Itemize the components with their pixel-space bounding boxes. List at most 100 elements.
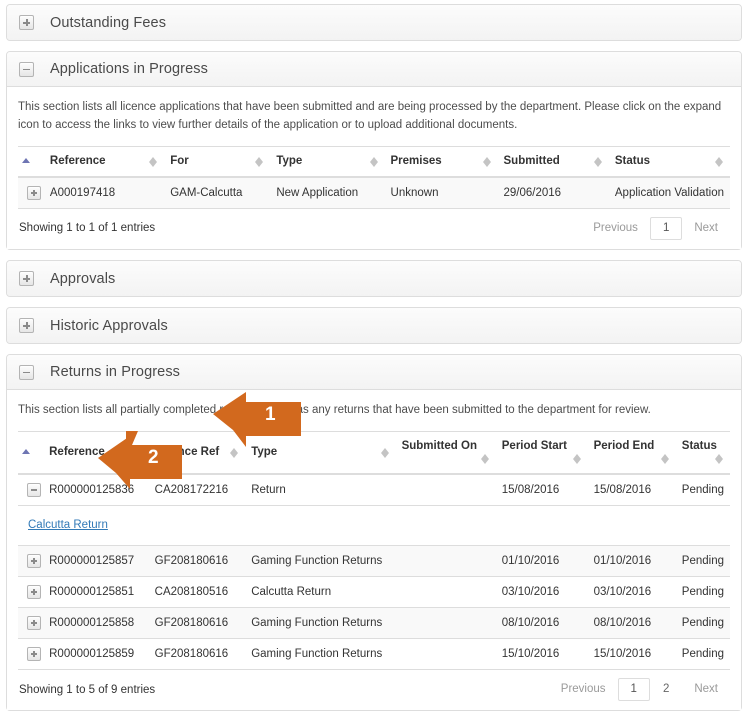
column-header-expand[interactable] (18, 145, 44, 178)
cell-status: Pending (675, 544, 730, 577)
table-row[interactable]: R000000125836 CA208172216 Return 15/08/2… (18, 473, 730, 506)
column-label-status: Status (681, 439, 717, 452)
cell-period-start: 03/10/2016 (495, 575, 588, 608)
dashboard-page: Outstanding Fees Applications in Progres… (0, 0, 748, 711)
cell-status: Pending (675, 473, 730, 506)
table-row[interactable]: R000000125851 CA208180516 Calcutta Retur… (18, 575, 730, 608)
plus-square-icon[interactable] (26, 553, 41, 568)
column-label-licence-ref: Licence Ref (154, 445, 220, 458)
column-header-period-start[interactable]: Period Start (495, 430, 588, 475)
row-detail-cell: Calcutta Return (18, 504, 730, 546)
applications-header-row: Reference For Type Premises Submitted St… (18, 145, 730, 178)
panel-body-returns-in-progress: This section lists all partially complet… (7, 390, 741, 711)
minus-square-icon[interactable] (19, 364, 34, 380)
column-header-licence-ref[interactable]: Licence Ref (148, 430, 246, 475)
row-expand-cell[interactable] (18, 606, 44, 639)
column-header-reference[interactable]: Reference (43, 145, 165, 178)
sort-ascending-icon (22, 157, 31, 165)
cell-reference: R000000125858 (43, 606, 149, 639)
pagination-next[interactable]: Next (682, 678, 730, 702)
row-expand-cell[interactable] (18, 575, 44, 608)
plus-square-icon[interactable] (26, 646, 41, 661)
column-header-premises[interactable]: Premises (384, 145, 498, 178)
cell-period-end: 03/10/2016 (587, 575, 676, 608)
calcutta-return-link[interactable]: Calcutta Return (28, 519, 108, 531)
plus-square-icon[interactable] (26, 584, 41, 599)
minus-square-icon[interactable] (19, 61, 34, 77)
row-expand-cell[interactable] (18, 637, 44, 669)
panel-historic-approvals: Historic Approvals (6, 307, 742, 345)
panel-applications-in-progress: Applications in Progress This section li… (6, 51, 742, 251)
sort-icon (133, 447, 143, 459)
column-header-status[interactable]: Status (608, 145, 730, 178)
pagination-page-2[interactable]: 2 (650, 678, 682, 702)
table-row[interactable]: R000000125858 GF208180616 Gaming Functio… (18, 606, 730, 639)
plus-square-icon[interactable] (26, 185, 41, 200)
pagination-previous[interactable]: Previous (549, 678, 618, 702)
cell-licence-ref: CA208180516 (148, 575, 246, 608)
column-header-reference[interactable]: Reference (43, 430, 149, 475)
table-row[interactable]: A000197418 GAM-Calcutta New Application … (18, 176, 730, 208)
plus-square-icon[interactable] (19, 15, 34, 30)
panel-title-approvals: Approvals (50, 270, 116, 287)
pagination-page-1[interactable]: 1 (649, 216, 683, 241)
cell-period-end: 15/08/2016 (587, 473, 676, 506)
cell-submitted: 29/06/2016 (497, 176, 609, 208)
pagination-page-1[interactable]: 1 (617, 677, 650, 702)
cell-period-end: 08/10/2016 (587, 606, 676, 639)
column-header-status[interactable]: Status (675, 430, 730, 475)
applications-table: Reference For Type Premises Submitted St… (18, 145, 730, 208)
panel-title-outstanding-fees: Outstanding Fees (50, 14, 167, 31)
returns-description: This section lists all partially complet… (18, 404, 651, 417)
column-label-period-end: Period End (593, 439, 655, 452)
sort-icon (660, 453, 670, 465)
row-expand-cell[interactable] (18, 544, 44, 577)
minus-square-icon[interactable] (26, 482, 41, 497)
applications-entries-info: Showing 1 to 1 of 1 entries (19, 222, 156, 235)
cell-type: Calcutta Return (245, 575, 396, 608)
column-header-submitted-on[interactable]: Submitted On (395, 430, 496, 475)
column-header-type[interactable]: Type (245, 430, 396, 475)
column-header-type[interactable]: Type (270, 145, 385, 178)
row-expand-cell[interactable] (18, 176, 44, 208)
column-label-for: For (170, 154, 189, 167)
sort-icon (715, 156, 724, 168)
column-header-period-end[interactable]: Period End (587, 430, 676, 475)
sort-ascending-icon (22, 448, 31, 456)
returns-table: Reference Licence Ref Type Submitted On … (18, 430, 730, 669)
panel-header-returns-in-progress[interactable]: Returns in Progress (7, 355, 741, 391)
table-row[interactable]: R000000125859 GF208180616 Gaming Functio… (18, 637, 730, 669)
cell-period-end: 15/10/2016 (587, 637, 676, 669)
column-header-for[interactable]: For (164, 145, 271, 178)
panel-header-applications-in-progress[interactable]: Applications in Progress (7, 52, 741, 87)
panel-approvals: Approvals (6, 260, 742, 298)
cell-status: Pending (675, 575, 730, 608)
cell-licence-ref: GF208180616 (148, 606, 246, 639)
pagination-next[interactable]: Next (682, 217, 730, 241)
table-row[interactable]: R000000125857 GF208180616 Gaming Functio… (18, 544, 730, 577)
cell-reference: R000000125857 (43, 544, 149, 577)
panel-header-outstanding-fees[interactable]: Outstanding Fees (7, 5, 741, 40)
plus-square-icon[interactable] (19, 271, 34, 287)
column-header-submitted[interactable]: Submitted (497, 145, 609, 178)
plus-square-icon[interactable] (19, 318, 34, 334)
panel-header-historic-approvals[interactable]: Historic Approvals (7, 308, 741, 344)
plus-square-icon[interactable] (26, 615, 41, 630)
cell-premises: Unknown (384, 176, 498, 208)
column-label-status: Status (614, 154, 651, 167)
panel-title-historic-approvals: Historic Approvals (50, 317, 168, 334)
pagination-previous[interactable]: Previous (581, 217, 650, 241)
cell-type: Gaming Function Returns (245, 637, 396, 669)
column-label-type: Type (276, 154, 303, 167)
panel-header-approvals[interactable]: Approvals (7, 261, 741, 297)
sort-icon (149, 156, 158, 168)
sort-icon (715, 453, 724, 465)
cell-reference: R000000125859 (43, 637, 149, 669)
cell-type: Gaming Function Returns (245, 606, 396, 639)
column-header-expand[interactable] (18, 430, 44, 475)
row-expand-cell[interactable] (18, 473, 44, 506)
cell-status: Application Validation (608, 176, 730, 208)
cell-period-start: 15/08/2016 (495, 473, 588, 506)
applications-table-body: A000197418 GAM-Calcutta New Application … (18, 176, 730, 208)
sort-icon (482, 156, 492, 168)
